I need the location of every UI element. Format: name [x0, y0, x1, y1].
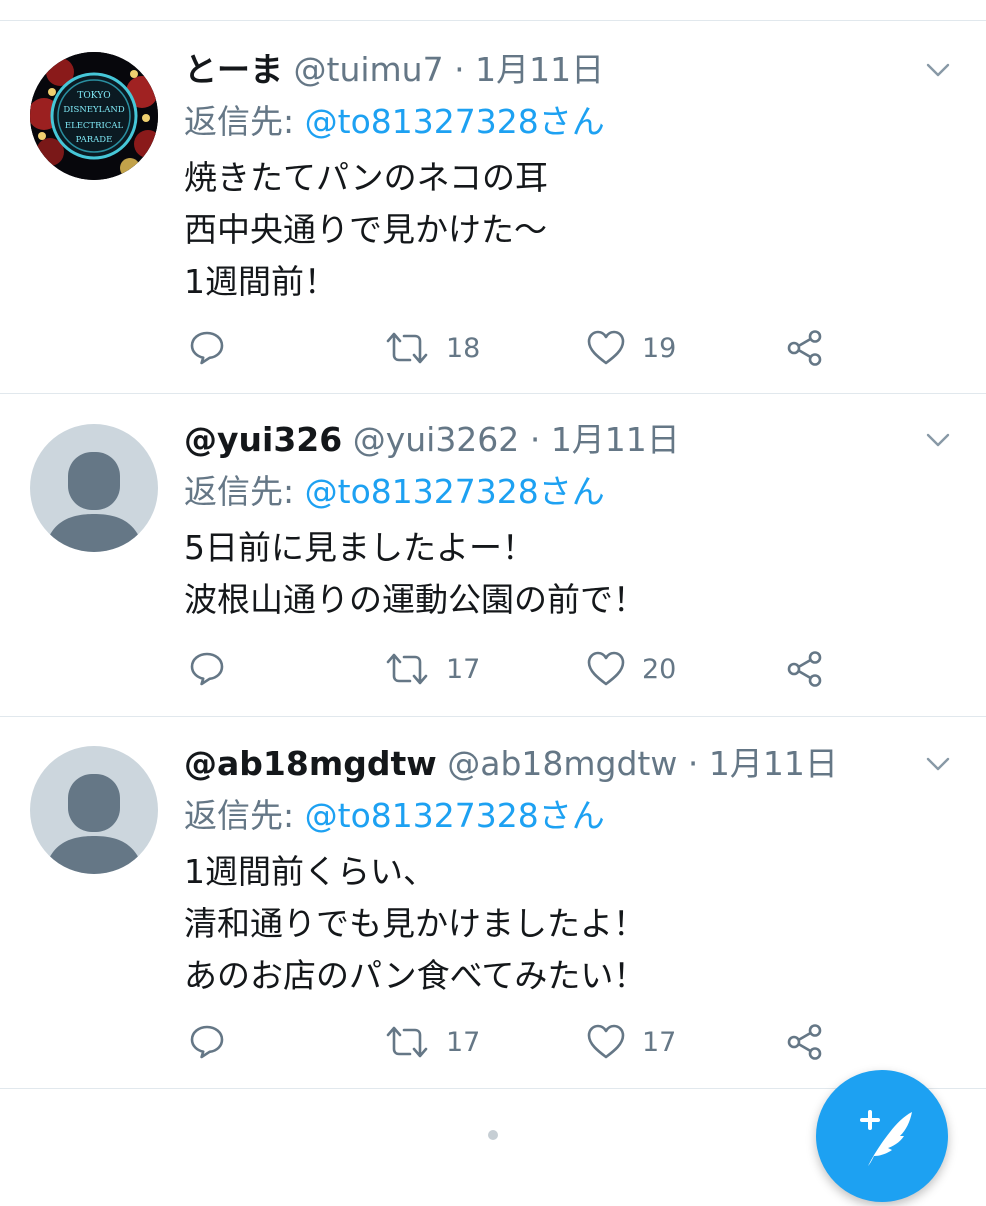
- reply-label: 返信先:: [184, 102, 295, 141]
- loading-indicator-dot: [488, 1130, 498, 1140]
- display-name[interactable]: @yui326: [184, 420, 342, 459]
- like-count: 20: [642, 653, 677, 685]
- compose-tweet-icon: [860, 1110, 912, 1166]
- share-icon: [787, 651, 822, 687]
- reply-label: 返信先:: [184, 472, 295, 511]
- retweet-count: 18: [446, 332, 481, 364]
- reply-button[interactable]: [188, 328, 226, 368]
- tweet-divider: [0, 393, 986, 394]
- avatar[interactable]: [30, 424, 158, 552]
- compose-tweet-button[interactable]: [816, 1070, 948, 1202]
- tweet-text-line: 5日前に見ましたよー！: [184, 528, 535, 567]
- default-avatar-icon: [44, 452, 144, 552]
- like-button[interactable]: 20: [586, 649, 676, 689]
- retweet-button[interactable]: 18: [384, 328, 480, 368]
- retweet-icon: [386, 332, 428, 364]
- retweet-button[interactable]: 17: [384, 649, 480, 689]
- share-button[interactable]: [786, 649, 824, 689]
- heart-icon: [587, 330, 625, 365]
- retweet-icon: [386, 653, 428, 685]
- reply-context: 返信先: @to81327328さん: [184, 100, 605, 144]
- like-count: 19: [642, 332, 677, 364]
- user-handle[interactable]: @ab18mgdtw: [447, 744, 677, 783]
- retweet-count: 17: [446, 1026, 481, 1058]
- tweet-text-line: 1週間前！: [184, 262, 337, 301]
- tweet-date[interactable]: 1月11日: [709, 744, 838, 783]
- tweet-text-line: 波根山通りの運動公園の前で！: [184, 580, 646, 619]
- heart-icon: [587, 1024, 625, 1059]
- display-name[interactable]: とーま: [184, 50, 283, 89]
- tweet-text-line: あのお店のパン食べてみたい！: [184, 956, 647, 995]
- share-button[interactable]: [786, 1022, 824, 1062]
- avatar[interactable]: TOKYO DISNEYLAND ELECTRICAL PARADE: [30, 52, 158, 180]
- top-divider: [0, 20, 986, 21]
- tweet-text-line: 焼きたてパンのネコの耳: [184, 158, 548, 197]
- chevron-down-icon[interactable]: [922, 424, 954, 456]
- reply-mention-link[interactable]: @to81327328さん: [305, 472, 605, 511]
- reply-button[interactable]: [188, 649, 226, 689]
- share-button[interactable]: [786, 328, 824, 368]
- tweet-text-line: 1週間前くらい、: [184, 852, 436, 891]
- reply-icon: [190, 652, 224, 686]
- retweet-count: 17: [446, 653, 481, 685]
- separator-dot: ·: [687, 744, 699, 783]
- reply-context: 返信先: @to81327328さん: [184, 470, 605, 514]
- avatar-photo-image: TOKYO DISNEYLAND ELECTRICAL PARADE: [30, 52, 158, 180]
- tweet[interactable]: TOKYO DISNEYLAND ELECTRICAL PARADE とーま @…: [0, 48, 986, 392]
- tweet-header: @ab18mgdtw @ab18mgdtw · 1月11日: [184, 742, 838, 786]
- reply-mention-link[interactable]: @to81327328さん: [305, 102, 605, 141]
- tweet-divider: [0, 716, 986, 717]
- separator-dot: ·: [454, 50, 465, 89]
- reply-context: 返信先: @to81327328さん: [184, 794, 605, 838]
- heart-icon: [587, 651, 625, 686]
- reply-mention-link[interactable]: @to81327328さん: [305, 796, 605, 835]
- avatar-text-line: ELECTRICAL: [65, 121, 124, 131]
- tweet-text-line: 清和通りでも見かけましたよ！: [184, 904, 646, 943]
- tweet-header: とーま @tuimu7 · 1月11日: [184, 48, 604, 92]
- default-avatar-icon: [44, 774, 144, 874]
- user-handle[interactable]: @yui3262: [353, 420, 520, 459]
- user-handle[interactable]: @tuimu7: [294, 50, 444, 89]
- separator-dot: ·: [529, 420, 541, 459]
- reply-icon: [190, 331, 224, 365]
- reply-label: 返信先:: [184, 796, 295, 835]
- like-button[interactable]: 17: [586, 1022, 676, 1062]
- avatar-text-line: DISNEYLAND: [63, 105, 124, 115]
- tweet-date[interactable]: 1月11日: [475, 50, 604, 89]
- avatar-text-line: PARADE: [76, 135, 113, 145]
- chevron-down-icon[interactable]: [922, 748, 954, 780]
- display-name[interactable]: @ab18mgdtw: [184, 744, 437, 783]
- avatar-text-line: TOKYO: [77, 91, 110, 101]
- like-count: 17: [642, 1026, 677, 1058]
- share-icon: [787, 1024, 822, 1060]
- retweet-icon: [386, 1026, 428, 1058]
- tweet-date[interactable]: 1月11日: [551, 420, 680, 459]
- tweet[interactable]: @ab18mgdtw @ab18mgdtw · 1月11日 返信先: @to81…: [0, 742, 986, 1086]
- share-icon: [787, 330, 822, 366]
- retweet-button[interactable]: 17: [384, 1022, 480, 1062]
- tweet[interactable]: @yui326 @yui3262 · 1月11日 返信先: @to8132732…: [0, 418, 986, 714]
- avatar[interactable]: [30, 746, 158, 874]
- tweet-text-line: 西中央通りで見かけた〜: [184, 210, 547, 249]
- reply-button[interactable]: [188, 1022, 226, 1062]
- reply-icon: [190, 1025, 224, 1059]
- tweet-header: @yui326 @yui3262 · 1月11日: [184, 418, 680, 462]
- chevron-down-icon[interactable]: [922, 54, 954, 86]
- like-button[interactable]: 19: [586, 328, 676, 368]
